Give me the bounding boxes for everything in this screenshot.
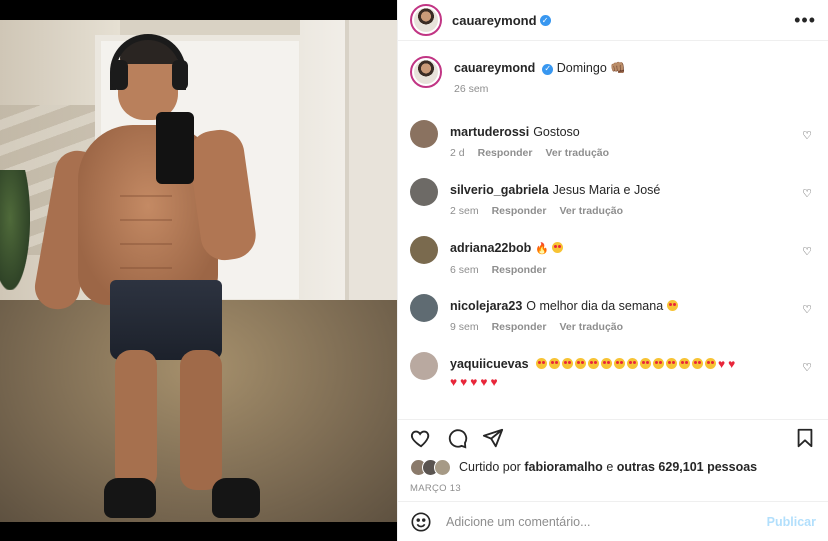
red-heart-emoji-icon: ♥ — [718, 357, 726, 371]
heart-eyes-emoji-icon — [705, 358, 716, 369]
commenter-avatar[interactable] — [410, 120, 438, 148]
heart-eyes-emoji-icon — [601, 358, 612, 369]
likes-others-count[interactable]: outras 629,101 pessoas — [617, 460, 757, 474]
commenter-avatar[interactable] — [410, 352, 438, 380]
heart-eyes-emoji-icon — [666, 300, 678, 311]
verified-badge-icon: ✓ — [542, 63, 554, 75]
author-avatar[interactable] — [410, 4, 442, 36]
commenter-avatar[interactable] — [410, 178, 438, 206]
commenter-avatar[interactable] — [410, 294, 438, 322]
author-username[interactable]: cauareymond — [452, 13, 537, 28]
verified-badge-icon: ✓ — [539, 14, 551, 26]
heart-eyes-emoji-icon — [575, 358, 586, 369]
photo-frame — [0, 20, 397, 522]
comment-like-heart-icon[interactable]: ♡ — [798, 303, 816, 316]
caption-time[interactable]: 26 sem — [454, 83, 488, 95]
post-caption: cauareymond ✓ Domingo 👊🏽 26 sem — [410, 55, 816, 115]
comment-item: martuderossi Gostoso 2 d Responder Ver tr… — [410, 119, 816, 177]
comment-bubble-icon[interactable] — [446, 427, 468, 449]
comment-username[interactable]: adriana22bob — [450, 241, 531, 255]
see-translation-button[interactable]: Ver tradução — [559, 321, 623, 333]
post-date[interactable]: MARÇO 13 — [398, 479, 828, 501]
post-photo[interactable] — [0, 0, 397, 541]
red-heart-emoji-icon: ♥ — [460, 375, 468, 389]
instagram-post: cauareymond ✓ ••• cauareymond ✓ Domingo 👊… — [0, 0, 828, 541]
comment-time[interactable]: 9 sem — [450, 321, 479, 333]
publish-button[interactable]: Publicar — [767, 515, 816, 529]
post-header: cauareymond ✓ ••• — [398, 0, 828, 41]
bookmark-icon[interactable] — [794, 427, 816, 449]
heart-eyes-emoji-icon — [692, 358, 703, 369]
reply-button[interactable]: Responder — [492, 321, 547, 333]
likes-first-user[interactable]: fabioramalho — [524, 460, 603, 474]
comment-time[interactable]: 6 sem — [450, 264, 479, 276]
see-translation-button[interactable]: Ver tradução — [559, 205, 623, 217]
caption-text: Domingo — [556, 61, 607, 75]
likes-summary: Curtido por fabioramalho e outras 629,10… — [398, 455, 828, 479]
comment-username[interactable]: martuderossi — [450, 125, 529, 139]
like-heart-icon[interactable] — [410, 427, 432, 449]
more-horizontal-icon[interactable]: ••• — [794, 11, 816, 29]
comment-like-heart-icon[interactable]: ♡ — [798, 129, 816, 142]
post-side-panel: cauareymond ✓ ••• cauareymond ✓ Domingo 👊… — [397, 0, 828, 541]
comment-text: Jesus Maria e José — [552, 183, 661, 197]
comment-time[interactable]: 2 sem — [450, 205, 479, 217]
heart-eyes-emoji-icon — [627, 358, 638, 369]
comment-like-heart-icon[interactable]: ♡ — [798, 361, 816, 374]
comment-item: silverio_gabriela Jesus Maria e José 2 se… — [410, 177, 816, 235]
heart-eyes-emoji-icon — [562, 358, 573, 369]
comment-item: yaquiicuevas ♥ ♥ ♥ ♥ ♥ ♥ ♥ ♡ — [410, 351, 816, 409]
comment-like-heart-icon[interactable]: ♡ — [798, 245, 816, 258]
likes-prefix: Curtido por — [459, 460, 521, 474]
add-comment-bar: Publicar — [398, 501, 828, 541]
comment-text: Gostoso — [533, 125, 580, 139]
heart-eyes-emoji-icon — [588, 358, 599, 369]
post-actions-bar — [398, 419, 828, 455]
avatar — [434, 458, 451, 476]
comment-emoji-row: yaquiicuevas ♥ ♥ ♥ ♥ ♥ ♥ ♥ — [450, 355, 798, 391]
share-paper-plane-icon[interactable] — [482, 427, 504, 449]
heart-eyes-emoji-icon — [640, 358, 651, 369]
see-translation-button[interactable]: Ver tradução — [545, 147, 609, 159]
comments-list[interactable]: cauareymond ✓ Domingo 👊🏽 26 sem martudero… — [398, 41, 828, 419]
heart-eyes-emoji-icon — [653, 358, 664, 369]
commenter-avatar[interactable] — [410, 236, 438, 264]
red-heart-emoji-icon: ♥ — [490, 375, 498, 389]
heart-eyes-emoji-icon — [536, 358, 547, 369]
comment-text: O melhor dia da semana — [526, 299, 664, 313]
heart-eyes-emoji-icon — [614, 358, 625, 369]
caption-author-avatar[interactable] — [410, 56, 442, 88]
comment-input[interactable] — [446, 514, 767, 529]
red-heart-emoji-icon: ♥ — [480, 375, 488, 389]
reply-button[interactable]: Responder — [492, 205, 547, 217]
comment-like-heart-icon[interactable]: ♡ — [798, 187, 816, 200]
emoji-smiley-icon[interactable] — [410, 511, 432, 533]
reply-button[interactable]: Responder — [478, 147, 533, 159]
red-heart-emoji-icon: ♥ — [470, 375, 478, 389]
mirror-selfie-person — [0, 20, 397, 522]
fist-emoji-icon: 👊🏽 — [610, 61, 626, 75]
caption-username[interactable]: cauareymond — [454, 61, 535, 75]
comment-username[interactable]: yaquiicuevas — [450, 357, 529, 371]
heart-eyes-emoji-icon — [666, 358, 677, 369]
phone-image — [156, 112, 194, 184]
comment-time[interactable]: 2 d — [450, 147, 465, 159]
comment-username[interactable]: silverio_gabriela — [450, 183, 549, 197]
comment-username[interactable]: nicolejara23 — [450, 299, 522, 313]
red-heart-emoji-icon: ♥ — [728, 357, 736, 371]
fire-emoji-icon: 🔥 — [535, 243, 549, 255]
red-heart-emoji-icon: ♥ — [450, 375, 458, 389]
liker-avatars[interactable] — [410, 458, 451, 476]
heart-eyes-emoji-icon — [679, 358, 690, 369]
comment-item: adriana22bob 🔥 6 sem Responder ♡ — [410, 235, 816, 293]
comment-item: nicolejara23 O melhor dia da semana 9 sem… — [410, 293, 816, 351]
likes-connector: e — [606, 460, 614, 474]
heart-eyes-emoji-icon — [552, 242, 564, 253]
reply-button[interactable]: Responder — [492, 264, 547, 276]
heart-eyes-emoji-icon — [549, 358, 560, 369]
